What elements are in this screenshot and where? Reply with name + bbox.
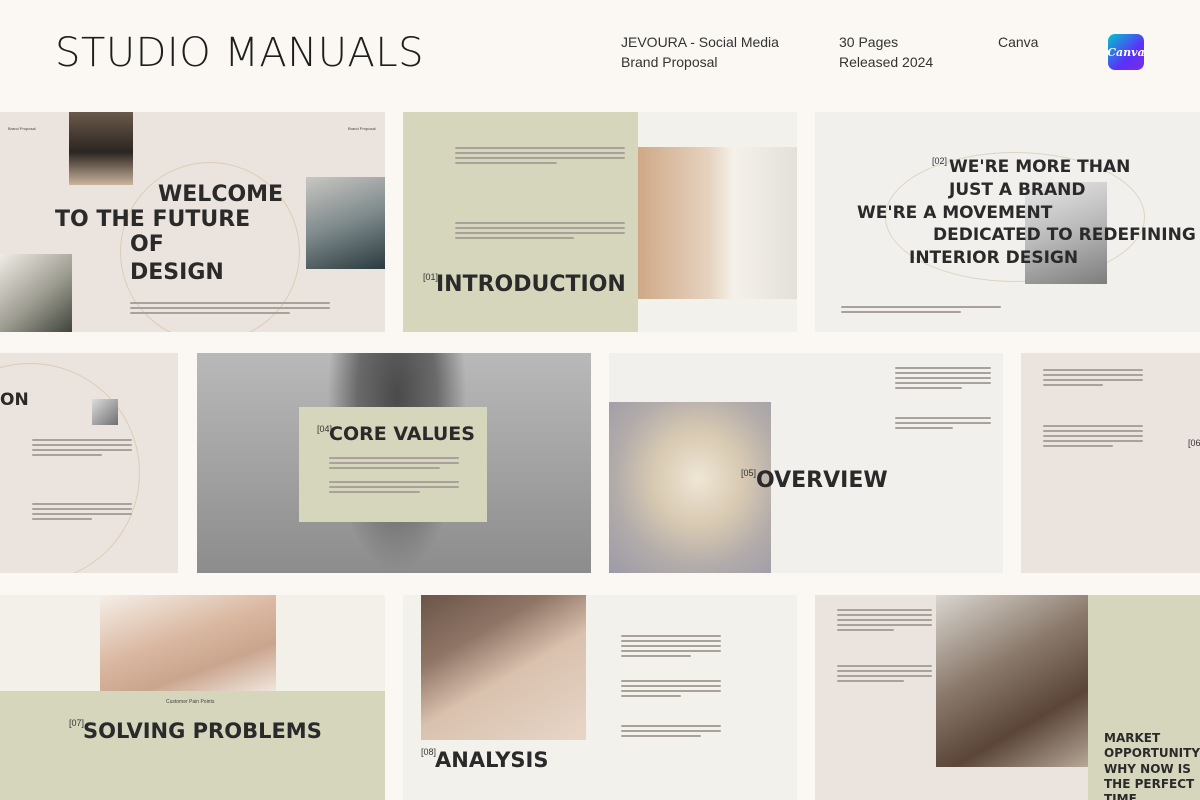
section-number: [07] <box>69 718 85 728</box>
movement-line-3: WE'RE A MOVEMENT <box>857 203 1053 223</box>
content-card: [04] CORE VALUES <box>299 407 487 522</box>
slide-introduction[interactable]: [01] INTRODUCTION <box>403 112 797 332</box>
body-text <box>329 457 459 472</box>
canva-logo-icon[interactable]: Canva <box>1107 34 1145 70</box>
slide-movement[interactable]: [02] WE'RE MORE THAN JUST A BRAND WE'RE … <box>815 112 1200 332</box>
section-title: INTRODUCTION <box>436 272 626 297</box>
body-text <box>32 439 132 459</box>
body-text <box>895 417 991 432</box>
section-number: [05] <box>741 468 757 478</box>
page-title: STUDIO MANUALS <box>55 30 425 76</box>
photo-woman-sunlight <box>0 254 72 332</box>
body-text <box>621 635 721 660</box>
body-text <box>1043 369 1143 389</box>
market-line-5: TIME <box>1104 792 1137 800</box>
movement-line-2: JUST A BRAND <box>949 180 1086 200</box>
platform-name: Canva <box>998 34 1039 50</box>
page-info: 30 Pages Released 2024 <box>839 32 933 72</box>
product-name: JEVOURA - Social Media <box>621 34 779 50</box>
body-text <box>841 306 1001 316</box>
body-text <box>455 147 625 167</box>
product-type: Brand Proposal <box>621 54 718 70</box>
market-line-2: OPPORTUNITY <box>1104 746 1200 760</box>
section-title: SOLVING PROBLEMS <box>83 719 322 743</box>
slide-market-opportunity[interactable]: MARKET OPPORTUNITY WHY NOW IS THE PERFEC… <box>815 595 1200 800</box>
movement-line-1: WE'RE MORE THAN <box>949 157 1131 177</box>
photo-woman-coat <box>69 112 133 185</box>
photo-woman-sweater <box>936 595 1088 767</box>
photo-woman-white-top <box>638 147 797 299</box>
body-text <box>32 503 132 523</box>
body-text <box>455 222 625 242</box>
slide-solving-problems[interactable]: Customer Pain Points [07] SOLVING PROBLE… <box>0 595 385 800</box>
section-number: [06 <box>1188 438 1200 448</box>
slide-label: Brand Proposal <box>8 126 36 131</box>
photo-woman-slip-dress <box>100 595 276 691</box>
photo-woman-back <box>421 595 586 740</box>
photo-woman-blue-hair <box>306 177 385 269</box>
movement-line-4: DEDICATED TO REDEFINING <box>933 225 1196 245</box>
movement-line-5: INTERIOR DESIGN <box>909 248 1079 268</box>
slide-partial-right[interactable]: [06 <box>1021 353 1200 573</box>
slide-label: Brand Proposal <box>348 126 376 131</box>
section-title: CORE VALUES <box>329 423 475 445</box>
body-text <box>895 367 991 392</box>
product-info: JEVOURA - Social Media Brand Proposal <box>621 32 779 72</box>
body-text <box>837 609 932 634</box>
body-text <box>1043 425 1143 450</box>
body-text <box>837 665 932 685</box>
body-text <box>329 481 459 496</box>
release-date: Released 2024 <box>839 54 934 70</box>
market-line-1: MARKET <box>1104 731 1161 745</box>
market-line-3: WHY NOW IS <box>1104 762 1191 776</box>
slide-analysis[interactable]: [08] ANALYSIS <box>403 595 797 800</box>
slide-overview[interactable]: [05] OVERVIEW <box>609 353 1003 573</box>
body-text <box>621 680 721 700</box>
slide-title-partial: ON <box>0 390 29 410</box>
welcome-line-4: DESIGN <box>130 260 224 285</box>
body-text <box>130 302 330 317</box>
slide-welcome[interactable]: Brand Proposal Brand Proposal WELCOME TO… <box>0 112 385 332</box>
caption: Customer Pain Points <box>166 699 215 705</box>
welcome-line-2: TO THE FUTURE <box>55 207 251 232</box>
welcome-line-1: WELCOME <box>158 182 284 207</box>
canva-logo-text: Canva <box>1107 45 1145 59</box>
sage-band: Customer Pain Points [07] SOLVING PROBLE… <box>0 691 385 800</box>
section-number: [08] <box>421 747 437 757</box>
section-title: ANALYSIS <box>435 748 549 772</box>
page-count: 30 Pages <box>839 34 899 50</box>
section-number: [02] <box>932 156 948 166</box>
slide-core-values[interactable]: [04] CORE VALUES <box>197 353 591 573</box>
section-title: OVERVIEW <box>756 468 888 493</box>
photo-thumbnail <box>92 399 118 425</box>
body-text <box>621 725 721 740</box>
slide-partial-left[interactable]: ON <box>0 353 178 573</box>
market-line-4: THE PERFECT <box>1104 777 1195 791</box>
welcome-line-3: OF <box>130 232 164 257</box>
photo-woman-blonde <box>609 402 771 573</box>
